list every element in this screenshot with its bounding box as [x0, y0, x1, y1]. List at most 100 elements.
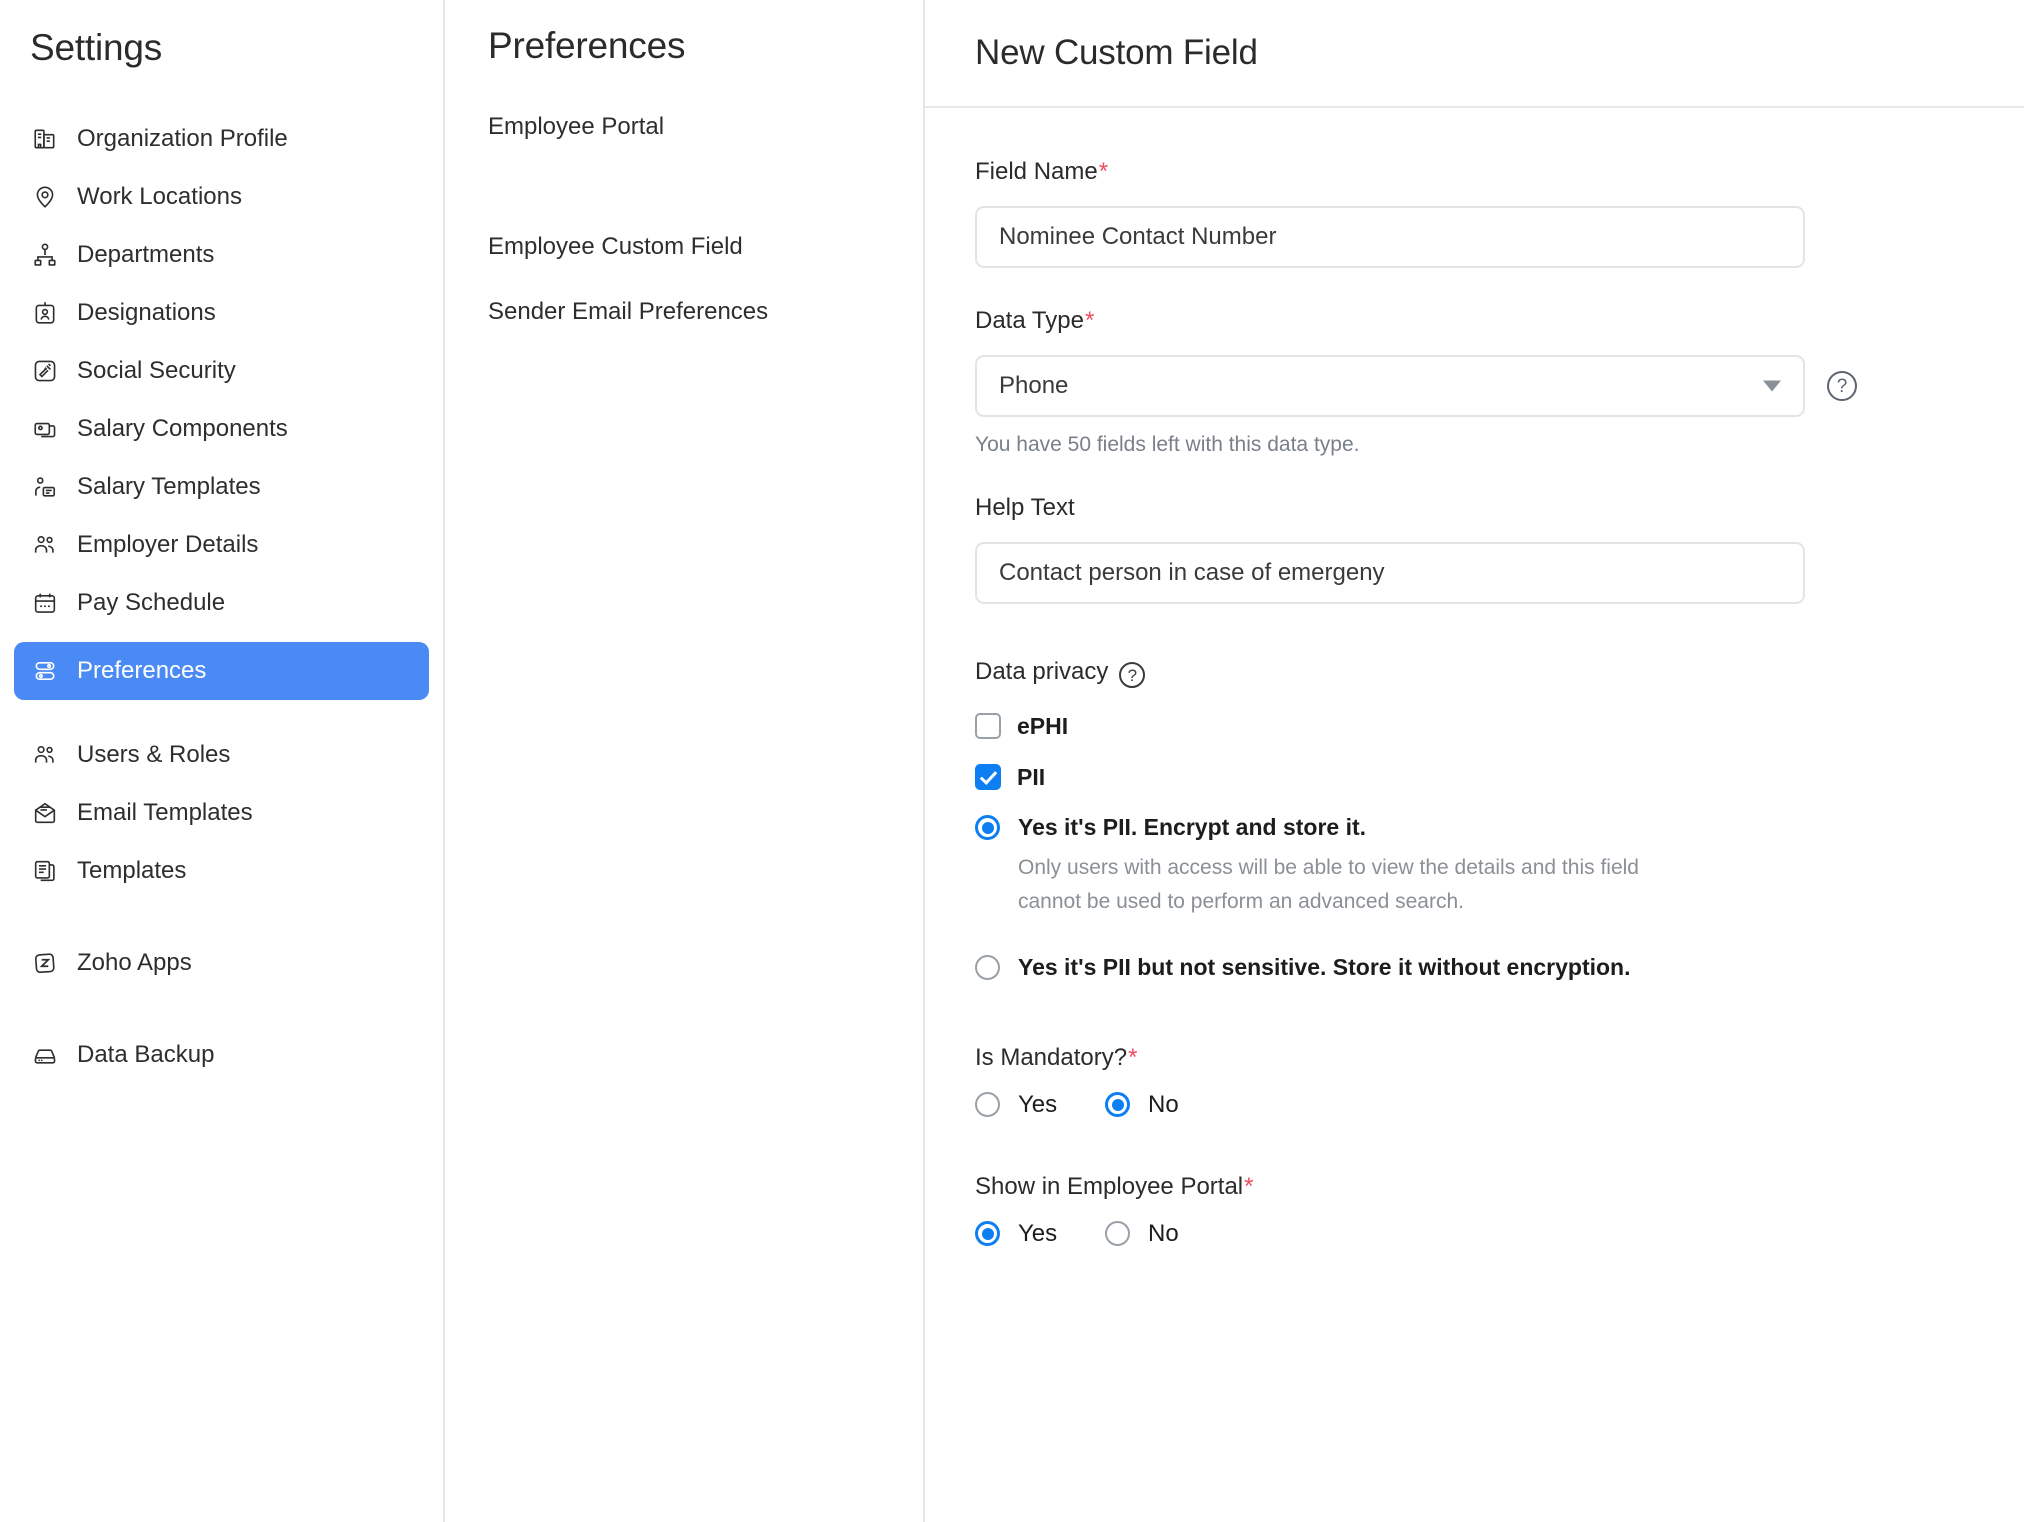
pii-checkbox-row[interactable]: PII: [975, 764, 2024, 790]
sidebar-item-label: Pay Schedule: [77, 589, 226, 617]
drive-icon: [31, 1041, 59, 1069]
show-in-portal-no-row[interactable]: No: [1105, 1219, 1179, 1247]
is-mandatory-yes-label: Yes: [1018, 1090, 1058, 1118]
ephi-checkbox[interactable]: [975, 713, 1001, 739]
sidebar-item-zoho-apps[interactable]: Zoho Apps: [14, 934, 429, 992]
field-name-label: Field Name *: [975, 160, 2024, 184]
pii-encrypt-label: Yes it's PII. Encrypt and store it.: [1018, 814, 1367, 840]
data-type-select[interactable]: Phone: [975, 355, 1805, 417]
subnav-spacer: [445, 139, 923, 235]
sidebar-item-work-locations[interactable]: Work Locations: [14, 168, 429, 226]
documents-icon: [31, 857, 59, 885]
subnav-item-employee-custom-field[interactable]: Employee Custom Field: [445, 235, 923, 259]
sidebar-item-preferences[interactable]: Preferences: [14, 642, 429, 701]
sidebar-item-employer-details[interactable]: Employer Details: [14, 516, 429, 574]
pii-plain-radio-row[interactable]: Yes it's PII but not sensitive. Store it…: [975, 954, 2024, 981]
pii-plain-label: Yes it's PII but not sensitive. Store it…: [1018, 954, 1631, 981]
form-spacer: [975, 455, 2024, 496]
is-mandatory-yes-row[interactable]: Yes: [975, 1090, 1105, 1118]
settings-nav: Organization Profile Work Locations Depa…: [0, 110, 443, 1084]
ephi-label: ePHI: [1017, 712, 1069, 739]
data-privacy-help-icon[interactable]: ?: [1119, 662, 1146, 688]
is-mandatory-options: Yes No: [975, 1090, 2024, 1118]
form-spacer: [975, 919, 2024, 955]
data-privacy-label-text: Data privacy: [975, 658, 1109, 685]
field-name-input[interactable]: [975, 206, 1805, 268]
sidebar-item-departments[interactable]: Departments: [14, 226, 429, 284]
is-mandatory-no-radio[interactable]: [1105, 1092, 1130, 1118]
help-text-input[interactable]: [975, 542, 1805, 604]
is-mandatory-no-row[interactable]: No: [1105, 1090, 1179, 1118]
settings-page: Settings Organization Profile Work Locat…: [0, 0, 2024, 1522]
show-in-portal-no-radio[interactable]: [1105, 1221, 1130, 1247]
person-document-icon: [31, 473, 59, 501]
sliders-icon: [31, 657, 59, 685]
sidebar-item-label: Organization Profile: [77, 125, 288, 153]
sidebar-item-social-security[interactable]: Social Security: [14, 342, 429, 400]
sidebar-item-data-backup[interactable]: Data Backup: [14, 1026, 429, 1084]
help-text-label: Help Text: [975, 496, 2024, 520]
ephi-checkbox-row[interactable]: ePHI: [975, 713, 2024, 739]
sidebar-item-users-roles[interactable]: Users & Roles: [14, 726, 429, 784]
pii-checkbox[interactable]: [975, 764, 1001, 790]
preferences-title: Preferences: [488, 25, 686, 66]
pii-plain-radio[interactable]: [975, 955, 1000, 981]
form-spacer: [975, 604, 2024, 659]
sidebar-item-salary-components[interactable]: Salary Components: [14, 400, 429, 458]
show-in-portal-yes-row[interactable]: Yes: [975, 1219, 1105, 1247]
data-type-note: You have 50 fields left with this data t…: [975, 433, 1360, 456]
sidebar-item-templates[interactable]: Templates: [14, 842, 429, 900]
pii-encrypt-radio[interactable]: [975, 815, 1000, 840]
form-spacer: [975, 1117, 2024, 1175]
sidebar-item-label: Employer Details: [77, 531, 259, 559]
data-type-label: Data Type *: [975, 309, 2024, 333]
map-pin-icon: [31, 183, 59, 211]
show-in-portal-label-text: Show in Employee Portal: [975, 1173, 1244, 1201]
is-mandatory-no-label: No: [1148, 1090, 1179, 1118]
preferences-subnav: Preferences Employee Portal Employee Cus…: [445, 0, 925, 1522]
show-in-portal-label: Show in Employee Portal *: [975, 1175, 2024, 1199]
chevron-down-icon: [1763, 380, 1781, 392]
required-asterisk: *: [1244, 1173, 1254, 1201]
data-type-help-icon[interactable]: ?: [1827, 371, 1857, 401]
envelope-icon: [31, 799, 59, 827]
settings-title: Settings: [30, 27, 163, 68]
show-in-portal-no-label: No: [1148, 1219, 1179, 1247]
sidebar-item-label: Data Backup: [77, 1041, 215, 1069]
pii-label: PII: [1017, 763, 1046, 790]
show-in-portal-options: Yes No: [975, 1219, 2024, 1247]
pii-encrypt-radio-row[interactable]: Yes it's PII. Encrypt and store it.: [975, 815, 2024, 840]
sidebar-item-pay-schedule[interactable]: Pay Schedule: [14, 574, 429, 632]
subnav-item-employee-portal[interactable]: Employee Portal: [445, 115, 923, 139]
people-icon: [31, 741, 59, 769]
sidebar-item-label: Designations: [77, 299, 216, 327]
field-name-label-text: Field Name: [975, 158, 1098, 185]
data-type-label-text: Data Type: [975, 307, 1084, 334]
custom-field-form-panel: New Custom Field Field Name * Data Type …: [925, 0, 2024, 1522]
building-icon: [31, 125, 59, 153]
subnav-spacer: [445, 259, 923, 300]
sidebar-item-label: Preferences: [77, 657, 207, 685]
sidebar-item-designations[interactable]: Designations: [14, 284, 429, 342]
show-in-portal-yes-radio[interactable]: [975, 1221, 1000, 1247]
sidebar-item-organization-profile[interactable]: Organization Profile: [14, 110, 429, 168]
sidebar-item-label: Departments: [77, 241, 215, 269]
required-asterisk: *: [1084, 307, 1095, 334]
is-mandatory-label: Is Mandatory? *: [975, 1046, 2024, 1070]
sidebar-item-label: Templates: [77, 857, 187, 885]
sidebar-item-salary-templates[interactable]: Salary Templates: [14, 458, 429, 516]
form-header: New Custom Field: [925, 0, 2024, 108]
show-in-portal-yes-label: Yes: [1018, 1219, 1058, 1247]
calendar-icon: [31, 589, 59, 617]
pii-encrypt-description: Only users with access will be able to v…: [1018, 856, 1639, 914]
help-text-label-text: Help Text: [975, 494, 1075, 521]
data-type-selected-value: Phone: [999, 372, 1069, 399]
required-asterisk: *: [1098, 158, 1109, 185]
sidebar-item-label: Social Security: [77, 357, 236, 385]
is-mandatory-yes-radio[interactable]: [975, 1092, 1000, 1118]
sidebar-item-email-templates[interactable]: Email Templates: [14, 784, 429, 842]
zoho-icon: [31, 949, 59, 977]
subnav-item-sender-email-preferences[interactable]: Sender Email Preferences: [445, 300, 923, 324]
